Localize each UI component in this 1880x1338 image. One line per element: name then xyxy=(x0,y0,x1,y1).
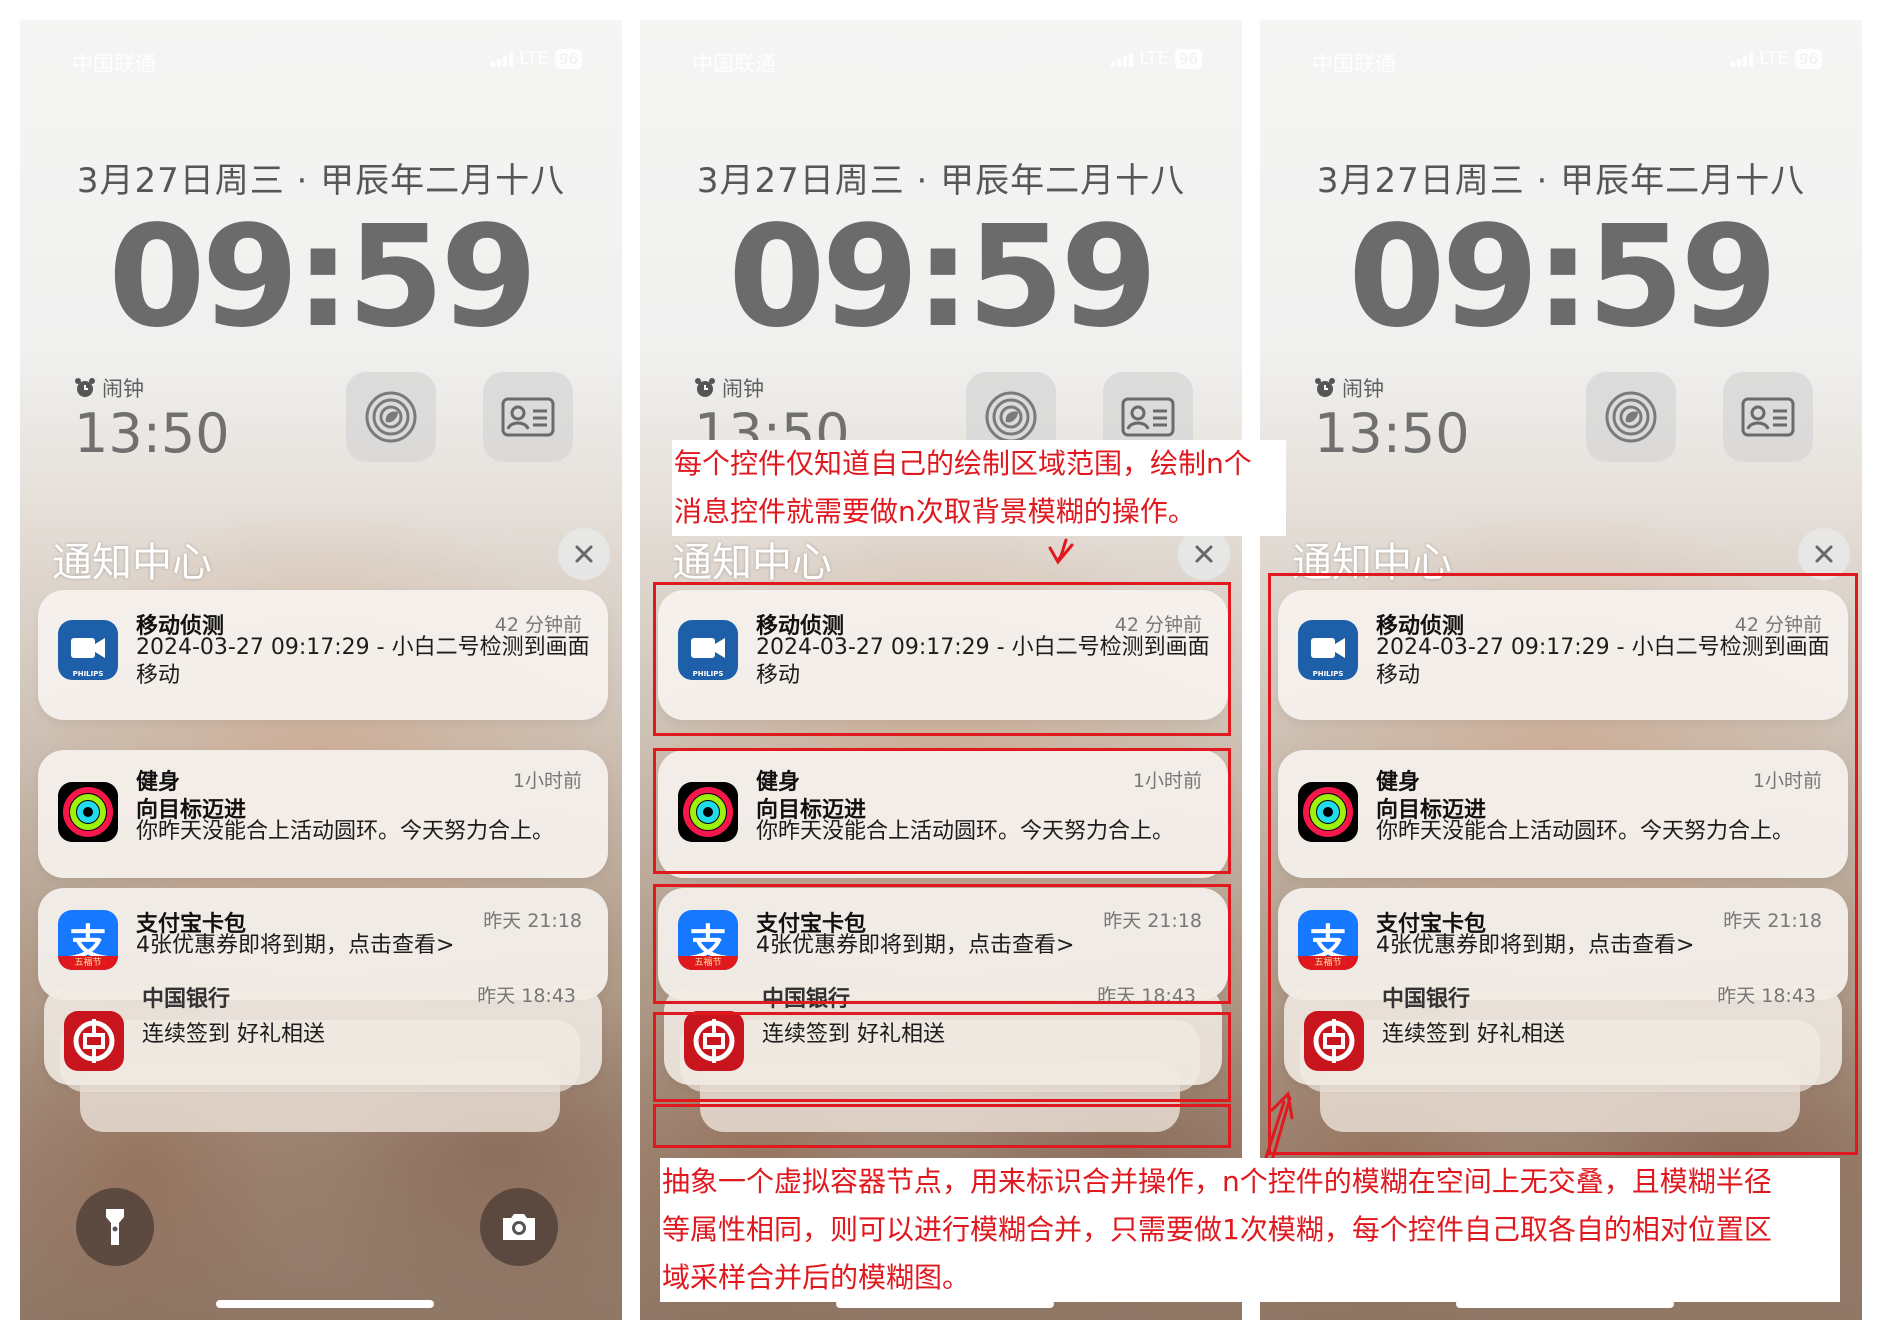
blur-region-highlight xyxy=(653,748,1231,874)
blur-region-highlight xyxy=(653,1104,1231,1148)
annotation-line: 每个控件仅知道自己的绘制区域范围，绘制n个 xyxy=(674,447,1252,480)
blur-region-highlight xyxy=(653,884,1231,1004)
annotation-merged-blur: 抽象一个虚拟容器节点，用来标识合并操作，n个控件的模糊在空间上无交叠，且模糊半径… xyxy=(660,1158,1840,1302)
blur-region-highlight xyxy=(1268,573,1858,1155)
annotation-line: 域采样合并后的模糊图。 xyxy=(662,1261,971,1294)
annotation-separate-blur: 每个控件仅知道自己的绘制区域范围，绘制n个 消息控件就需要做n次取背景模糊的操作… xyxy=(672,440,1286,536)
blur-region-highlight xyxy=(653,1012,1231,1102)
annotation-line: 抽象一个虚拟容器节点，用来标识合并操作，n个控件的模糊在空间上无交叠，且模糊半径 xyxy=(662,1165,1772,1198)
blur-region-highlight xyxy=(653,582,1231,736)
annotation-line: 等属性相同，则可以进行模糊合并，只需要做1次模糊，每个控件自己取各自的相对位置区 xyxy=(662,1213,1772,1246)
annotation-line: 消息控件就需要做n次取背景模糊的操作。 xyxy=(674,495,1196,528)
